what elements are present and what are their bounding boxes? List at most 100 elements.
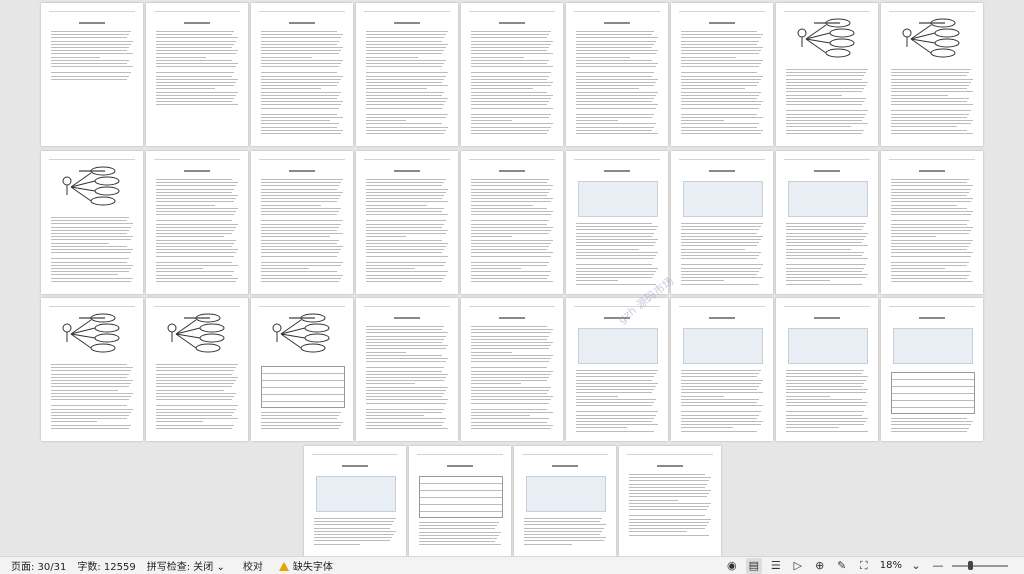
page-thumbnail[interactable] bbox=[41, 151, 143, 294]
word-count[interactable]: 字数: 12559 bbox=[77, 558, 135, 573]
text-line bbox=[156, 392, 236, 394]
page-thumbnail[interactable] bbox=[356, 3, 458, 146]
page-thumbnail[interactable] bbox=[461, 298, 563, 441]
list-view-icon[interactable]: ☰ bbox=[768, 558, 784, 574]
text-line bbox=[366, 342, 442, 343]
text-line bbox=[576, 94, 656, 96]
table-figure bbox=[419, 476, 503, 518]
page-thumbnail[interactable] bbox=[356, 151, 458, 294]
page-view-icon[interactable]: ▤ bbox=[745, 557, 762, 574]
text-line bbox=[366, 233, 446, 235]
page-thumbnail[interactable] bbox=[566, 298, 668, 441]
page-thumbnail[interactable] bbox=[776, 151, 878, 294]
page-thumbnail[interactable] bbox=[251, 298, 353, 441]
text-line bbox=[471, 204, 533, 206]
text-line bbox=[891, 430, 967, 432]
page-thumbnail-canvas[interactable] bbox=[0, 0, 1024, 556]
page-thumbnail[interactable] bbox=[356, 298, 458, 441]
page-indicator[interactable]: 页面: 30/31 bbox=[11, 558, 66, 573]
text-line bbox=[891, 223, 967, 225]
page-thumbnail[interactable] bbox=[881, 298, 983, 441]
text-line bbox=[524, 540, 604, 542]
text-line bbox=[156, 271, 234, 273]
page-header-rule bbox=[364, 306, 450, 307]
text-line bbox=[786, 280, 830, 282]
page-thumbnail[interactable] bbox=[881, 151, 983, 294]
text-line bbox=[366, 101, 446, 103]
page-thumbnail[interactable] bbox=[251, 151, 353, 294]
spell-check-toggle[interactable]: 拼写检查: 关闭 ⌄ bbox=[147, 558, 225, 573]
text-line bbox=[366, 82, 442, 83]
text-line bbox=[576, 37, 658, 39]
text-line bbox=[471, 354, 553, 356]
zoom-out-icon[interactable]: — bbox=[930, 558, 946, 574]
page-thumbnail[interactable] bbox=[619, 446, 721, 556]
text-line bbox=[786, 75, 864, 77]
zoom-slider[interactable] bbox=[952, 560, 1008, 570]
page-thumbnail[interactable] bbox=[671, 151, 773, 294]
page-thumbnail[interactable] bbox=[461, 151, 563, 294]
text-line bbox=[471, 421, 547, 423]
text-line bbox=[156, 53, 236, 55]
text-line bbox=[419, 538, 497, 539]
text-line bbox=[471, 370, 553, 372]
page-thumbnail[interactable] bbox=[881, 3, 983, 146]
page-thumbnail[interactable] bbox=[566, 3, 668, 146]
text-line bbox=[576, 47, 652, 48]
text-line bbox=[471, 34, 549, 36]
text-line bbox=[471, 415, 530, 417]
text-line bbox=[629, 506, 709, 507]
page-thumbnail[interactable] bbox=[41, 3, 143, 146]
page-thumbnail[interactable] bbox=[146, 151, 248, 294]
page-thumbnail[interactable] bbox=[566, 151, 668, 294]
zoom-slider-knob[interactable] bbox=[968, 560, 973, 570]
page-thumbnail[interactable] bbox=[514, 446, 616, 556]
pen-icon[interactable]: ✎ bbox=[834, 558, 850, 574]
zoom-level[interactable]: 18% bbox=[880, 560, 902, 571]
text-line bbox=[366, 418, 446, 420]
text-line bbox=[261, 129, 343, 131]
globe-icon[interactable]: ⊕ bbox=[812, 558, 828, 574]
text-line bbox=[314, 527, 390, 529]
page-thumbnail[interactable] bbox=[671, 3, 773, 146]
text-line bbox=[786, 129, 864, 131]
text-line bbox=[786, 123, 868, 125]
page-thumbnail[interactable] bbox=[461, 3, 563, 146]
text-line bbox=[891, 126, 957, 128]
page-heading bbox=[342, 465, 368, 467]
page-thumbnail[interactable] bbox=[776, 3, 878, 146]
page-header-rule bbox=[522, 454, 608, 455]
zoom-dropdown-icon[interactable]: ⌄ bbox=[908, 558, 924, 574]
text-line bbox=[51, 415, 129, 416]
text-line bbox=[419, 531, 501, 533]
proofread-button[interactable]: 校对 bbox=[243, 558, 263, 573]
text-line bbox=[314, 518, 396, 519]
text-line bbox=[681, 258, 757, 260]
text-line bbox=[366, 242, 448, 244]
page-thumbnail[interactable] bbox=[251, 3, 353, 146]
page-thumbnail[interactable] bbox=[409, 446, 511, 556]
text-line bbox=[786, 398, 862, 400]
page-thumbnail[interactable] bbox=[776, 298, 878, 441]
chevron-down-icon: ⌄ bbox=[216, 562, 225, 573]
text-line bbox=[261, 242, 337, 244]
eye-icon[interactable]: ◉ bbox=[724, 558, 740, 574]
page-thumbnail[interactable] bbox=[41, 298, 143, 441]
page-thumbnail[interactable] bbox=[146, 3, 248, 146]
text-line bbox=[261, 226, 339, 228]
text-line bbox=[681, 66, 759, 68]
page-thumbnail[interactable] bbox=[671, 298, 773, 441]
text-line bbox=[681, 63, 761, 64]
page-heading bbox=[604, 22, 630, 24]
text-line bbox=[366, 72, 448, 74]
page-thumbnail[interactable] bbox=[146, 298, 248, 441]
play-icon[interactable]: ▷ bbox=[790, 558, 806, 574]
fit-page-icon[interactable]: ⛶ bbox=[856, 558, 872, 574]
text-line bbox=[891, 261, 969, 263]
text-line bbox=[576, 411, 658, 413]
text-line bbox=[786, 411, 864, 413]
text-line bbox=[524, 527, 604, 529]
text-line bbox=[786, 424, 864, 426]
missing-font-button[interactable]: 缺失字体 bbox=[278, 558, 333, 573]
page-thumbnail[interactable] bbox=[304, 446, 406, 556]
